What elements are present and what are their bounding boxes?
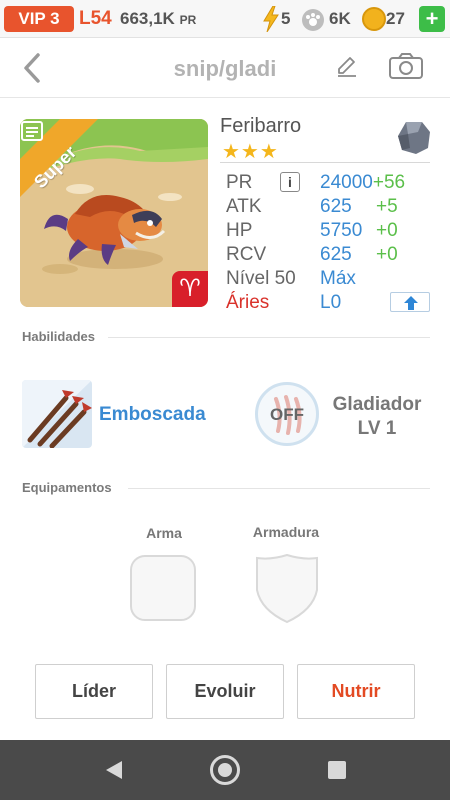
abilities-divider	[108, 337, 430, 338]
passive-skill-name: Gladiador	[332, 394, 422, 415]
monster-name: Feribarro	[220, 115, 302, 137]
page-title: snip/gladi	[173, 56, 277, 81]
level-value: Máx	[320, 268, 356, 289]
equipment-heading: Equipamentos	[22, 480, 112, 495]
passive-skill-button[interactable]: OFF	[255, 382, 319, 446]
stat-bonus-atk: +5	[376, 196, 398, 217]
coin-icon	[362, 7, 386, 31]
passive-skill: Gladiador LV 1	[322, 393, 432, 441]
passive-status: OFF	[270, 405, 304, 424]
info-divider	[220, 162, 430, 163]
system-nav-bar	[0, 740, 450, 800]
equipment-divider	[128, 488, 430, 489]
sign-level: L0	[320, 292, 342, 313]
abilities-heading: Habilidades	[22, 329, 95, 344]
weapon-slot-label: Arma	[146, 525, 182, 541]
add-currency-button[interactable]: +	[419, 6, 445, 32]
player-power: 663,1K PR	[120, 9, 196, 29]
aries-icon: ♈	[172, 271, 208, 307]
vip-badge[interactable]: VIP 3	[4, 6, 74, 32]
feed-button[interactable]: Nutrir	[297, 664, 415, 719]
stat-bonus-pr: +56	[372, 172, 406, 193]
weapon-slot[interactable]	[129, 554, 197, 622]
list-icon[interactable]	[20, 119, 44, 143]
ambush-skill-icon[interactable]	[22, 380, 92, 448]
passive-skill-level: LV 1	[357, 418, 397, 439]
armor-slot[interactable]	[253, 552, 321, 624]
energy-value: 5	[281, 9, 291, 28]
stat-value-hp: 5750	[320, 220, 363, 241]
stat-value-pr-number: 24000	[320, 172, 373, 193]
active-skill-name[interactable]: Emboscada	[99, 404, 206, 426]
lightning-icon	[263, 6, 279, 32]
monster-card[interactable]: Super ♈	[20, 119, 208, 307]
player-power-value: 663,1K	[120, 9, 175, 28]
nav-recent-apps-icon[interactable]	[328, 761, 346, 779]
paw-value: 6K	[329, 9, 351, 28]
rarity-stars: ★★★	[222, 141, 279, 163]
rock-element-icon	[398, 122, 430, 154]
info-button[interactable]: i	[280, 172, 300, 192]
coin-value: 27	[386, 9, 405, 28]
player-level: L54	[79, 8, 112, 29]
upgrade-sign-button[interactable]	[390, 292, 430, 312]
player-power-unit: PR	[179, 13, 197, 27]
stat-label-rcv: RCV	[226, 244, 267, 265]
stat-bonus-hp: +0	[376, 220, 398, 241]
stat-bonus-rcv: +0	[376, 244, 398, 265]
evolve-button[interactable]: Evoluir	[166, 664, 284, 719]
camera-icon[interactable]	[388, 52, 424, 80]
status-bar: VIP 3 L54 663,1K PR 5 6K 27 +	[0, 0, 450, 38]
armor-slot-label: Armadura	[252, 524, 320, 540]
up-arrow-icon	[404, 296, 418, 310]
zodiac-glyph: ♈	[179, 275, 201, 302]
level-label: Nível 50	[226, 268, 296, 289]
nav-home-icon[interactable]	[210, 755, 240, 785]
stat-value-pr: 24000+56	[320, 172, 405, 194]
page-header: snip/gladi	[0, 38, 450, 98]
leader-button[interactable]: Líder	[35, 664, 153, 719]
stat-label-atk: ATK	[226, 196, 262, 217]
paw-icon	[302, 9, 324, 31]
nav-back-icon[interactable]	[104, 759, 124, 781]
stat-value-atk: 625	[320, 196, 352, 217]
stat-label-pr: PR	[226, 172, 253, 193]
stat-value-rcv: 625	[320, 244, 352, 265]
stat-label-hp: HP	[226, 220, 253, 241]
sign-label: Áries	[226, 292, 270, 313]
pencil-icon[interactable]	[336, 54, 358, 78]
